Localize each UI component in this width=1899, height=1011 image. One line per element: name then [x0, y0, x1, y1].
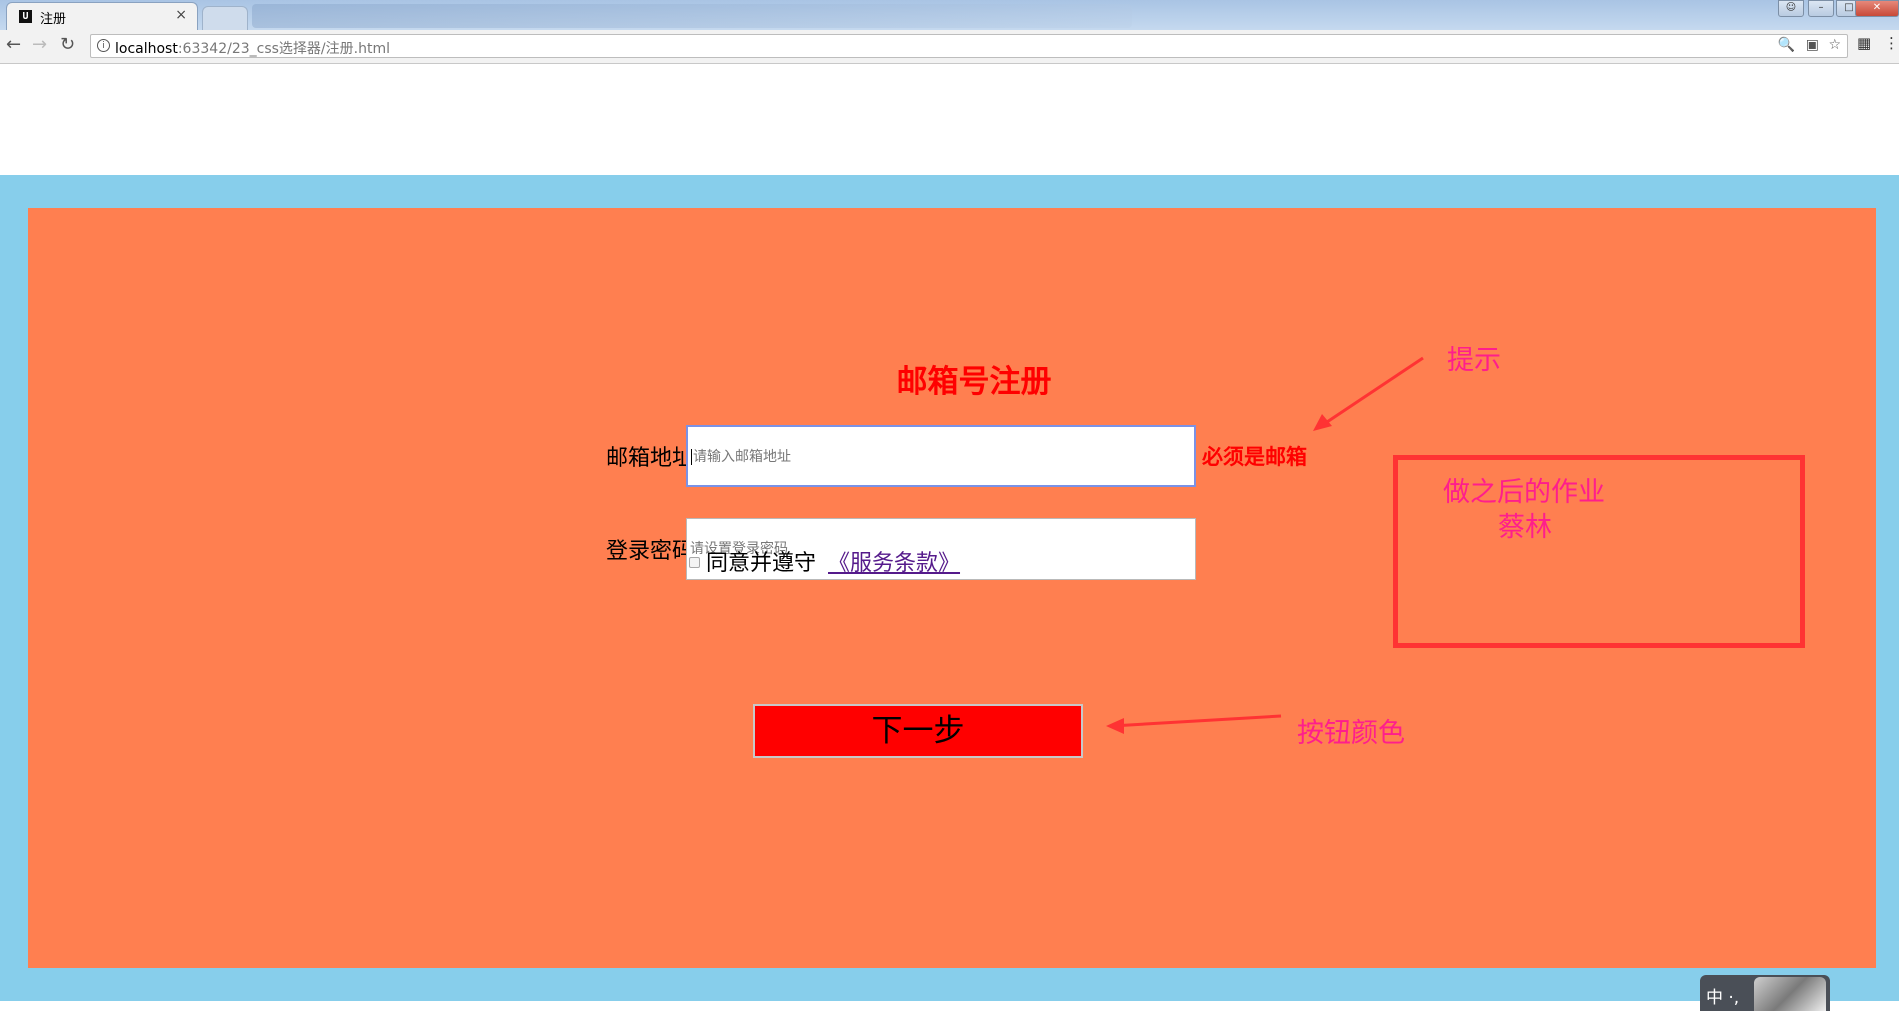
ime-mode: 中 ·, [1706, 988, 1740, 1008]
ime-avatar [1754, 977, 1826, 1011]
annotation-hint: 提示 [1447, 345, 1501, 376]
hint-arrow-head [1313, 414, 1332, 431]
button-arrow-head [1106, 718, 1124, 734]
ime-toolbar[interactable]: 中 ·, [1700, 975, 1830, 1011]
hint-arrow-line [1317, 356, 1424, 430]
annotation-button-color: 按钮颜色 [1297, 718, 1405, 749]
annotation-name: 蔡林 [1498, 512, 1552, 543]
button-arrow-line [1111, 714, 1282, 728]
annotation-homework: 做之后的作业 [1443, 477, 1605, 508]
